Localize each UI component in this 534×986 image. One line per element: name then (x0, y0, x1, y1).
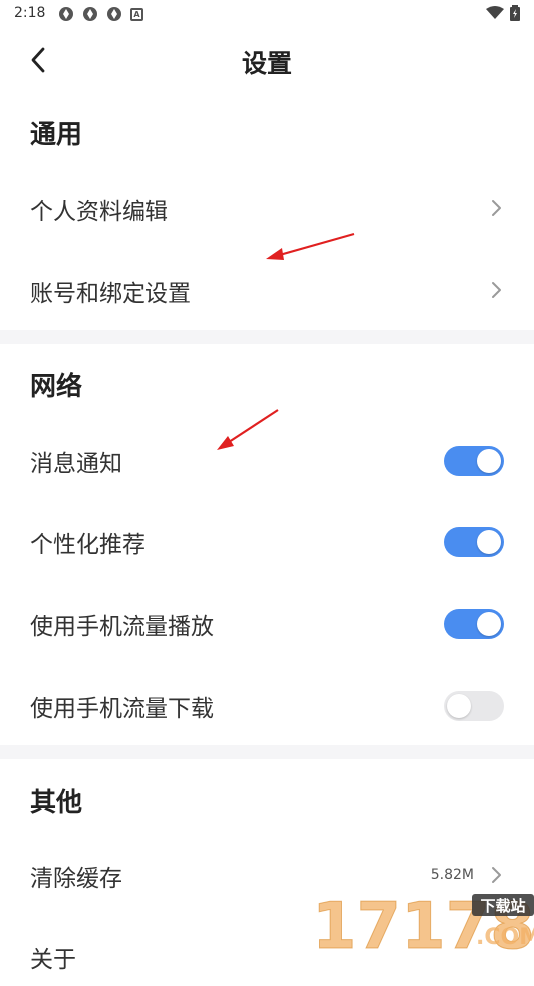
personalized-recommend-toggle[interactable] (444, 527, 504, 557)
settings-item-label: 账号和绑定设置 (30, 281, 191, 307)
toggle-knob (477, 612, 501, 636)
mobile-data-download-toggle[interactable] (444, 691, 504, 721)
title-bar: 设置 (0, 32, 534, 88)
system-icons (486, 5, 520, 21)
site-watermark: 17178 下载站 .COM (312, 888, 534, 965)
toggle-knob (447, 694, 471, 718)
annotation-arrow-icon (217, 409, 279, 450)
mobile-data-play-toggle[interactable] (444, 609, 504, 639)
wifi-icon (486, 6, 504, 19)
settings-item-label: 个人资料编辑 (30, 199, 168, 225)
settings-item-label: 个性化推荐 (30, 532, 145, 558)
chevron-right-icon (492, 200, 501, 216)
settings-item-label: 清除缓存 (30, 866, 122, 892)
section-title-other: 其他 (30, 788, 83, 818)
section-divider (0, 745, 534, 759)
status-time: 2:18 (14, 5, 46, 21)
watermark-tag: 下载站 (480, 897, 525, 915)
section-title-general: 通用 (30, 120, 83, 150)
app-notification-icon (107, 7, 121, 21)
a-badge-icon: A (130, 7, 143, 21)
toggle-knob (477, 530, 501, 554)
settings-item-account-binding[interactable]: 账号和绑定设置 (0, 260, 534, 320)
annotation-arrow-icon (266, 232, 355, 260)
toggle-knob (477, 449, 501, 473)
settings-item-label: 使用手机流量播放 (30, 614, 214, 640)
settings-item-label: 消息通知 (30, 451, 122, 477)
settings-item-profile-edit[interactable]: 个人资料编辑 (0, 178, 534, 238)
settings-item-label: 使用手机流量下载 (30, 696, 214, 722)
settings-item-label: 关于 (30, 947, 76, 973)
settings-item-mobile-data-download: 使用手机流量下载 (0, 675, 534, 735)
battery-icon (510, 5, 520, 21)
settings-item-personalized-recommend: 个性化推荐 (0, 511, 534, 571)
watermark-logo: 17178 下载站 .COM (312, 890, 534, 965)
cache-size-value: 5.82M (430, 867, 474, 883)
watermark-domain: .COM (476, 925, 534, 950)
settings-item-mobile-data-play: 使用手机流量播放 (0, 593, 534, 653)
message-notification-toggle[interactable] (444, 446, 504, 476)
page-title: 设置 (241, 49, 292, 78)
app-notification-icon (59, 7, 73, 21)
chevron-right-icon (492, 867, 501, 883)
section-divider (0, 330, 534, 344)
section-title-network: 网络 (30, 372, 83, 402)
notification-icons: A (58, 6, 143, 22)
chevron-right-icon (492, 282, 501, 298)
app-notification-icon (83, 7, 97, 21)
status-bar: 2:18 A (0, 0, 534, 28)
